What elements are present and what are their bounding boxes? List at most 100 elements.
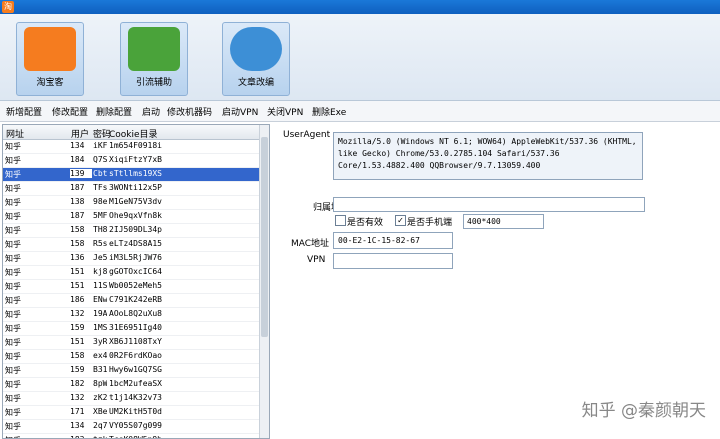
delete-exe-button[interactable]: 删除Exe — [312, 105, 346, 118]
table-row[interactable]: 知乎 182 8pW 1bcM2ufeaSX — [3, 378, 259, 392]
cell-password: iKF — [93, 141, 107, 150]
location-field[interactable] — [333, 197, 645, 212]
toolbar: 新增配置 修改配置 删除配置 启动 修改机器码 启动VPN 关闭VPN 删除Ex… — [0, 101, 720, 122]
resolution-field[interactable]: 400*400 — [463, 214, 544, 229]
table-row[interactable]: 知乎 132 19A AOoL8Q2uXu8 — [3, 308, 259, 322]
add-config-button[interactable]: 新增配置 — [6, 105, 42, 118]
table-row[interactable]: 知乎 187 5MF Ohe9qxVfn8k — [3, 210, 259, 224]
start-button[interactable]: 启动 — [142, 105, 160, 118]
start-vpn-button[interactable]: 启动VPN — [222, 105, 258, 118]
scrollbar-thumb[interactable] — [261, 137, 268, 337]
table-row[interactable]: 知乎 159 1MS 31E6951Ig40 — [3, 322, 259, 336]
cell-cookie: sTtllms19XS — [109, 169, 162, 178]
cell-password: Q7S — [93, 155, 107, 164]
valid-checkbox[interactable] — [335, 215, 346, 226]
big-button-bar: 淘宝客 引流辅助 文章改编 — [0, 14, 720, 101]
cell-password: Cbt — [93, 169, 107, 178]
cell-user: 132 — [70, 309, 85, 318]
vpn-label: VPN — [307, 255, 326, 265]
cell-url: 知乎 — [5, 408, 21, 417]
cell-password: 98e — [93, 197, 107, 206]
cell-user: 158 — [70, 225, 85, 234]
cell-password: ENw — [93, 295, 107, 304]
traffic-helper-button[interactable]: 引流辅助 — [120, 22, 188, 96]
table-row[interactable]: 知乎 158 ex4 0R2F6rdKOao — [3, 350, 259, 364]
watermark: 知乎 @秦颜朝天 — [581, 401, 706, 421]
taobao-icon — [24, 27, 76, 71]
table-row[interactable]: 知乎 187 TFs 3WONti12x5P — [3, 182, 259, 196]
cell-url: 知乎 — [5, 394, 21, 403]
useragent-field[interactable]: Mozilla/5.0 (Windows NT 6.1; WOW64) Appl… — [333, 132, 643, 180]
edit-machine-code-button[interactable]: 修改机器码 — [167, 105, 212, 118]
cell-user: 158 — [70, 351, 85, 360]
cell-password: TFs — [93, 183, 107, 192]
cell-url: 知乎 — [5, 198, 21, 207]
table-row[interactable]: 知乎 158 R5s eLTz4DS8A15 — [3, 238, 259, 252]
cell-url: 知乎 — [5, 422, 21, 431]
table-row[interactable]: 知乎 139 Cbt sTtllms19XS — [3, 168, 259, 182]
cell-url: 知乎 — [5, 226, 21, 235]
table-row[interactable]: 知乎 159 B31 Hwy6w1GQ7SG — [3, 364, 259, 378]
table-row[interactable]: 知乎 171 XBe UM2KitH5T0d — [3, 406, 259, 420]
header-url[interactable]: 网址 — [6, 127, 24, 140]
cell-cookie: C791K242eRB — [109, 295, 162, 304]
table-row[interactable]: 知乎 186 ENw C791K242eRB — [3, 294, 259, 308]
cell-password: 8pW — [93, 379, 107, 388]
table-row[interactable]: 知乎 136 Je5 iM3L5RjJW76 — [3, 252, 259, 266]
cell-cookie: 31E6951Ig40 — [109, 323, 162, 332]
cell-password: B31 — [93, 365, 107, 374]
cell-user: 187 — [70, 211, 85, 220]
table-row[interactable]: 知乎 184 Q7S XiqiFtzY7xB — [3, 154, 259, 168]
title-bar: 淘 — [0, 0, 720, 14]
taobao-button[interactable]: 淘宝客 — [16, 22, 84, 96]
shapes-icon — [230, 27, 282, 71]
cell-cookie: 3WONti12x5P — [109, 183, 162, 192]
cell-password: zK2 — [93, 393, 107, 402]
cell-user: 134 — [70, 141, 85, 150]
cell-user: 151 — [70, 281, 85, 290]
table-row[interactable]: 知乎 158 TH8 2IJ509DL34p — [3, 224, 259, 238]
cell-password: tzk — [93, 435, 107, 438]
table-row[interactable]: 知乎 132 zK2 t1j14K32v73 — [3, 392, 259, 406]
article-rewrite-label: 文章改编 — [237, 78, 274, 88]
cell-password: ex4 — [93, 351, 107, 360]
table-row[interactable]: 知乎 134 iKF 1m654F0918i — [3, 140, 259, 154]
cell-password: kj8 — [93, 267, 107, 276]
header-user[interactable]: 用户 — [71, 127, 89, 140]
account-grid[interactable]: 网址 用户 密码 Cookie目录 知乎 134 iKF 1m654F0918i 知乎 1… — [2, 124, 270, 439]
cell-url: 知乎 — [5, 324, 21, 333]
mac-field[interactable]: 00-E2-1C-15-82-67 — [333, 232, 453, 249]
cell-cookie: gGOTOxcIC64 — [109, 267, 162, 276]
cell-url: 知乎 — [5, 184, 21, 193]
mac-label: MAC地址 — [291, 239, 330, 249]
table-row[interactable]: 知乎 151 11S Wb0052eMeh5 — [3, 280, 259, 294]
cell-password: 3yR — [93, 337, 107, 346]
cell-url: 知乎 — [5, 282, 21, 291]
cell-cookie: iM3L5RjJW76 — [109, 253, 162, 262]
table-row[interactable]: 知乎 134 2q7 VY05S07g099 — [3, 420, 259, 434]
cell-url: 知乎 — [5, 254, 21, 263]
article-rewrite-button[interactable]: 文章改编 — [222, 22, 290, 96]
vpn-field[interactable] — [333, 253, 453, 269]
cell-password: 2q7 — [93, 421, 107, 430]
header-cookie[interactable]: Cookie目录 — [109, 127, 158, 140]
cell-user: 171 — [70, 407, 85, 416]
cell-password: 19A — [93, 309, 107, 318]
cell-cookie: Ohe9qxVfn8k — [109, 211, 162, 220]
cell-url: 知乎 — [5, 268, 21, 277]
cell-url: 知乎 — [5, 366, 21, 375]
cell-cookie: Hwy6w1GQ7SG — [109, 365, 162, 374]
cell-user: 159 — [70, 365, 85, 374]
mobile-label: 是否手机端 — [407, 218, 453, 228]
edit-config-button[interactable]: 修改配置 — [52, 105, 88, 118]
mobile-checkbox[interactable]: ✓ — [395, 215, 406, 226]
table-row[interactable]: 知乎 151 3yR XB6J1108TxY — [3, 336, 259, 350]
cell-url: 知乎 — [5, 296, 21, 305]
table-row[interactable]: 知乎 151 kj8 gGOTOxcIC64 — [3, 266, 259, 280]
table-row[interactable]: 知乎 138 98e M1GeN75V3dv — [3, 196, 259, 210]
cell-password: 5MF — [93, 211, 107, 220]
grid-scrollbar[interactable] — [259, 125, 269, 438]
delete-config-button[interactable]: 删除配置 — [96, 105, 132, 118]
taobao-label: 淘宝客 — [36, 78, 64, 88]
stop-vpn-button[interactable]: 关闭VPN — [267, 105, 303, 118]
